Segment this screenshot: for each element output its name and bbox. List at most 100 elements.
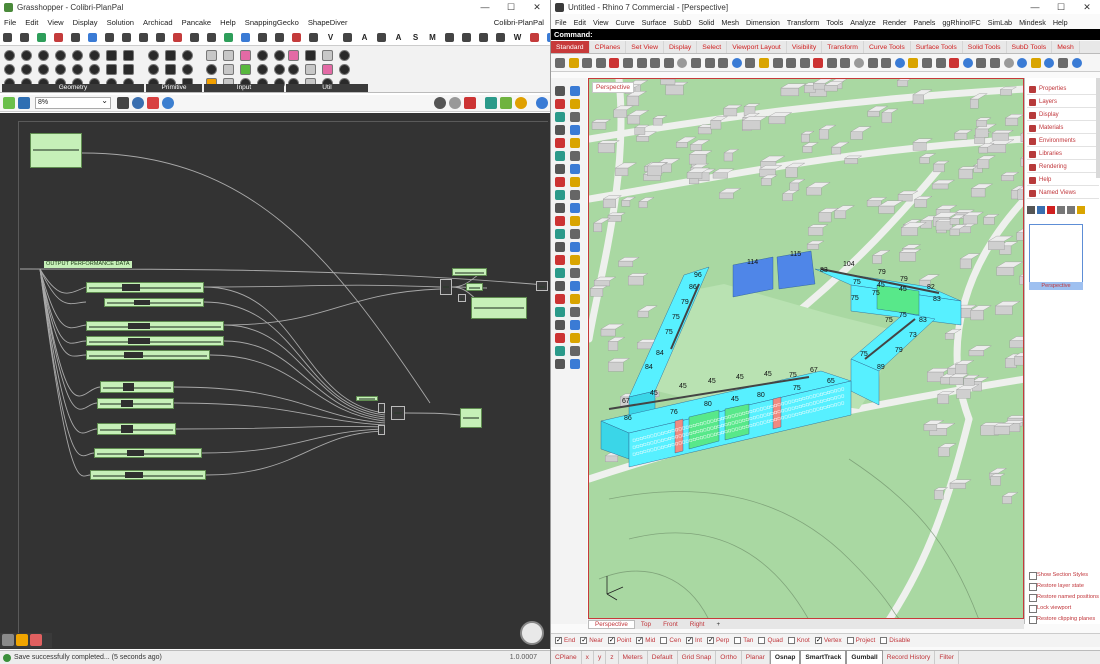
osnap-cen[interactable]: Cen — [660, 637, 681, 644]
plugin-tab-letter[interactable]: M — [428, 33, 437, 42]
toolbar-icon[interactable] — [881, 57, 892, 68]
component-icon[interactable] — [4, 50, 15, 61]
status-pane-ortho[interactable]: Ortho — [716, 651, 742, 664]
panel-tab-named-views[interactable]: Named Views — [1027, 188, 1099, 199]
toolbar-icon[interactable] — [636, 57, 647, 68]
component-icon[interactable] — [182, 64, 193, 75]
component-icon[interactable] — [288, 50, 299, 61]
component-icon[interactable] — [322, 50, 333, 61]
named-view-label[interactable]: Perspective — [1029, 282, 1083, 290]
preview-eye-icon[interactable] — [132, 97, 144, 109]
component-icon[interactable] — [206, 64, 217, 75]
component-node[interactable] — [86, 282, 204, 293]
minimize-button[interactable]: — — [1022, 0, 1048, 14]
toolbar-icon[interactable] — [813, 57, 824, 68]
toolbar-tab[interactable]: Viewport Layout — [727, 41, 787, 53]
status-pane-grid-snap[interactable]: Grid Snap — [678, 651, 717, 664]
component-icon[interactable] — [305, 50, 316, 61]
side-tool-icon[interactable] — [555, 177, 565, 187]
toolbar-icon[interactable] — [677, 57, 688, 68]
toolbar-tab[interactable]: SubD Tools — [1007, 41, 1053, 53]
side-tool-icon[interactable] — [570, 125, 580, 135]
osnap-vertex[interactable]: Vertex — [814, 637, 842, 644]
toolbar-icon[interactable] — [650, 57, 661, 68]
side-tool-icon[interactable] — [570, 190, 580, 200]
panel-option-checkbox[interactable]: Show Section Styles — [1027, 570, 1099, 580]
delete-view-icon[interactable] — [1047, 206, 1055, 214]
osnap-disable[interactable]: Disable — [880, 637, 910, 644]
folder-icon[interactable] — [1077, 206, 1085, 214]
side-tool-icon[interactable] — [570, 99, 580, 109]
plugin-tab-icon[interactable] — [292, 33, 301, 42]
side-tool-icon[interactable] — [555, 359, 565, 369]
plugin-tab-icon[interactable] — [105, 33, 114, 42]
component-icon[interactable] — [55, 50, 66, 61]
plugin-tab-icon[interactable] — [258, 33, 267, 42]
osnap-perp[interactable]: Perp — [706, 637, 729, 644]
toolbar-icon[interactable] — [690, 57, 701, 68]
component-icon[interactable] — [274, 64, 285, 75]
panel-tab-environments[interactable]: Environments — [1027, 136, 1099, 147]
menu-shapediver[interactable]: ShapeDiver — [308, 18, 348, 27]
component-node[interactable] — [86, 321, 224, 331]
toolbar-icon[interactable] — [799, 57, 810, 68]
toolbar-icon[interactable] — [745, 57, 756, 68]
checkbox-icon[interactable] — [555, 637, 562, 644]
plugin-tab-icon[interactable] — [207, 33, 216, 42]
profiler-icon[interactable] — [30, 634, 42, 646]
component-node[interactable] — [356, 396, 378, 401]
menu-dimension[interactable]: Dimension — [746, 18, 780, 27]
component-icon[interactable] — [274, 50, 285, 61]
status-pane-filter[interactable]: Filter — [935, 651, 959, 664]
toolbar-icon[interactable] — [1071, 57, 1082, 68]
component-icon[interactable] — [339, 64, 350, 75]
toolbar-tab[interactable]: Transform — [822, 41, 864, 53]
panel-tab-materials[interactable]: Materials — [1027, 123, 1099, 134]
component-node[interactable] — [97, 423, 176, 435]
render-globe-icon[interactable] — [536, 97, 548, 109]
menu-edit[interactable]: Edit — [574, 18, 586, 27]
menu-archicad[interactable]: Archicad — [143, 18, 173, 27]
toolbar-tab[interactable]: Mesh — [1052, 41, 1080, 53]
side-tool-icon[interactable] — [570, 255, 580, 265]
toolbar-icon[interactable] — [854, 57, 865, 68]
side-tool-icon[interactable] — [570, 359, 580, 369]
component-icon[interactable] — [89, 64, 100, 75]
plugin-tab-icon[interactable] — [377, 33, 386, 42]
plugin-tab-icon[interactable] — [37, 33, 46, 42]
toolbar-icon[interactable] — [840, 57, 851, 68]
toolbar-icon[interactable] — [704, 57, 715, 68]
side-tool-icon[interactable] — [555, 242, 565, 252]
toolbar-icon[interactable] — [772, 57, 783, 68]
globe-icon[interactable] — [162, 97, 174, 109]
toolbar-icon[interactable] — [731, 57, 742, 68]
panel-tab-layers[interactable]: Layers — [1027, 97, 1099, 108]
side-tool-icon[interactable] — [555, 281, 565, 291]
open-file-icon[interactable] — [3, 97, 15, 109]
menu-analyze[interactable]: Analyze — [850, 18, 876, 27]
menu-ggrhinoifc[interactable]: ggRhinoIFC — [942, 18, 980, 27]
copy-view-icon[interactable] — [1057, 206, 1065, 214]
component-icon[interactable] — [257, 50, 268, 61]
plugin-tab-icon[interactable] — [3, 33, 12, 42]
side-tool-icon[interactable] — [570, 86, 580, 96]
toolbar-tab[interactable]: Visibility — [787, 41, 823, 53]
toolbar-icon[interactable] — [826, 57, 837, 68]
side-tool-icon[interactable] — [555, 125, 565, 135]
output-panel-node[interactable] — [471, 297, 527, 319]
plugin-tab-icon[interactable] — [479, 33, 488, 42]
plugin-tab-icon[interactable] — [20, 33, 29, 42]
toolbar-icon[interactable] — [718, 57, 729, 68]
toolbar-tab[interactable]: Surface Tools — [911, 41, 963, 53]
osnap-mid[interactable]: Mid — [636, 637, 655, 644]
component-icon[interactable] — [165, 64, 176, 75]
side-tool-icon[interactable] — [555, 346, 565, 356]
command-line[interactable]: Command: — [551, 29, 1100, 40]
toolbar-icon[interactable] — [949, 57, 960, 68]
status-pane-y[interactable]: y — [594, 651, 607, 664]
component-icon[interactable] — [240, 50, 251, 61]
toolbar-icon[interactable] — [1003, 57, 1014, 68]
menu-mesh[interactable]: Mesh — [721, 18, 739, 27]
menu-view[interactable]: View — [593, 18, 608, 27]
gh-definition-canvas[interactable]: OUTPUT PERFORMANCE DATA — [0, 113, 550, 649]
